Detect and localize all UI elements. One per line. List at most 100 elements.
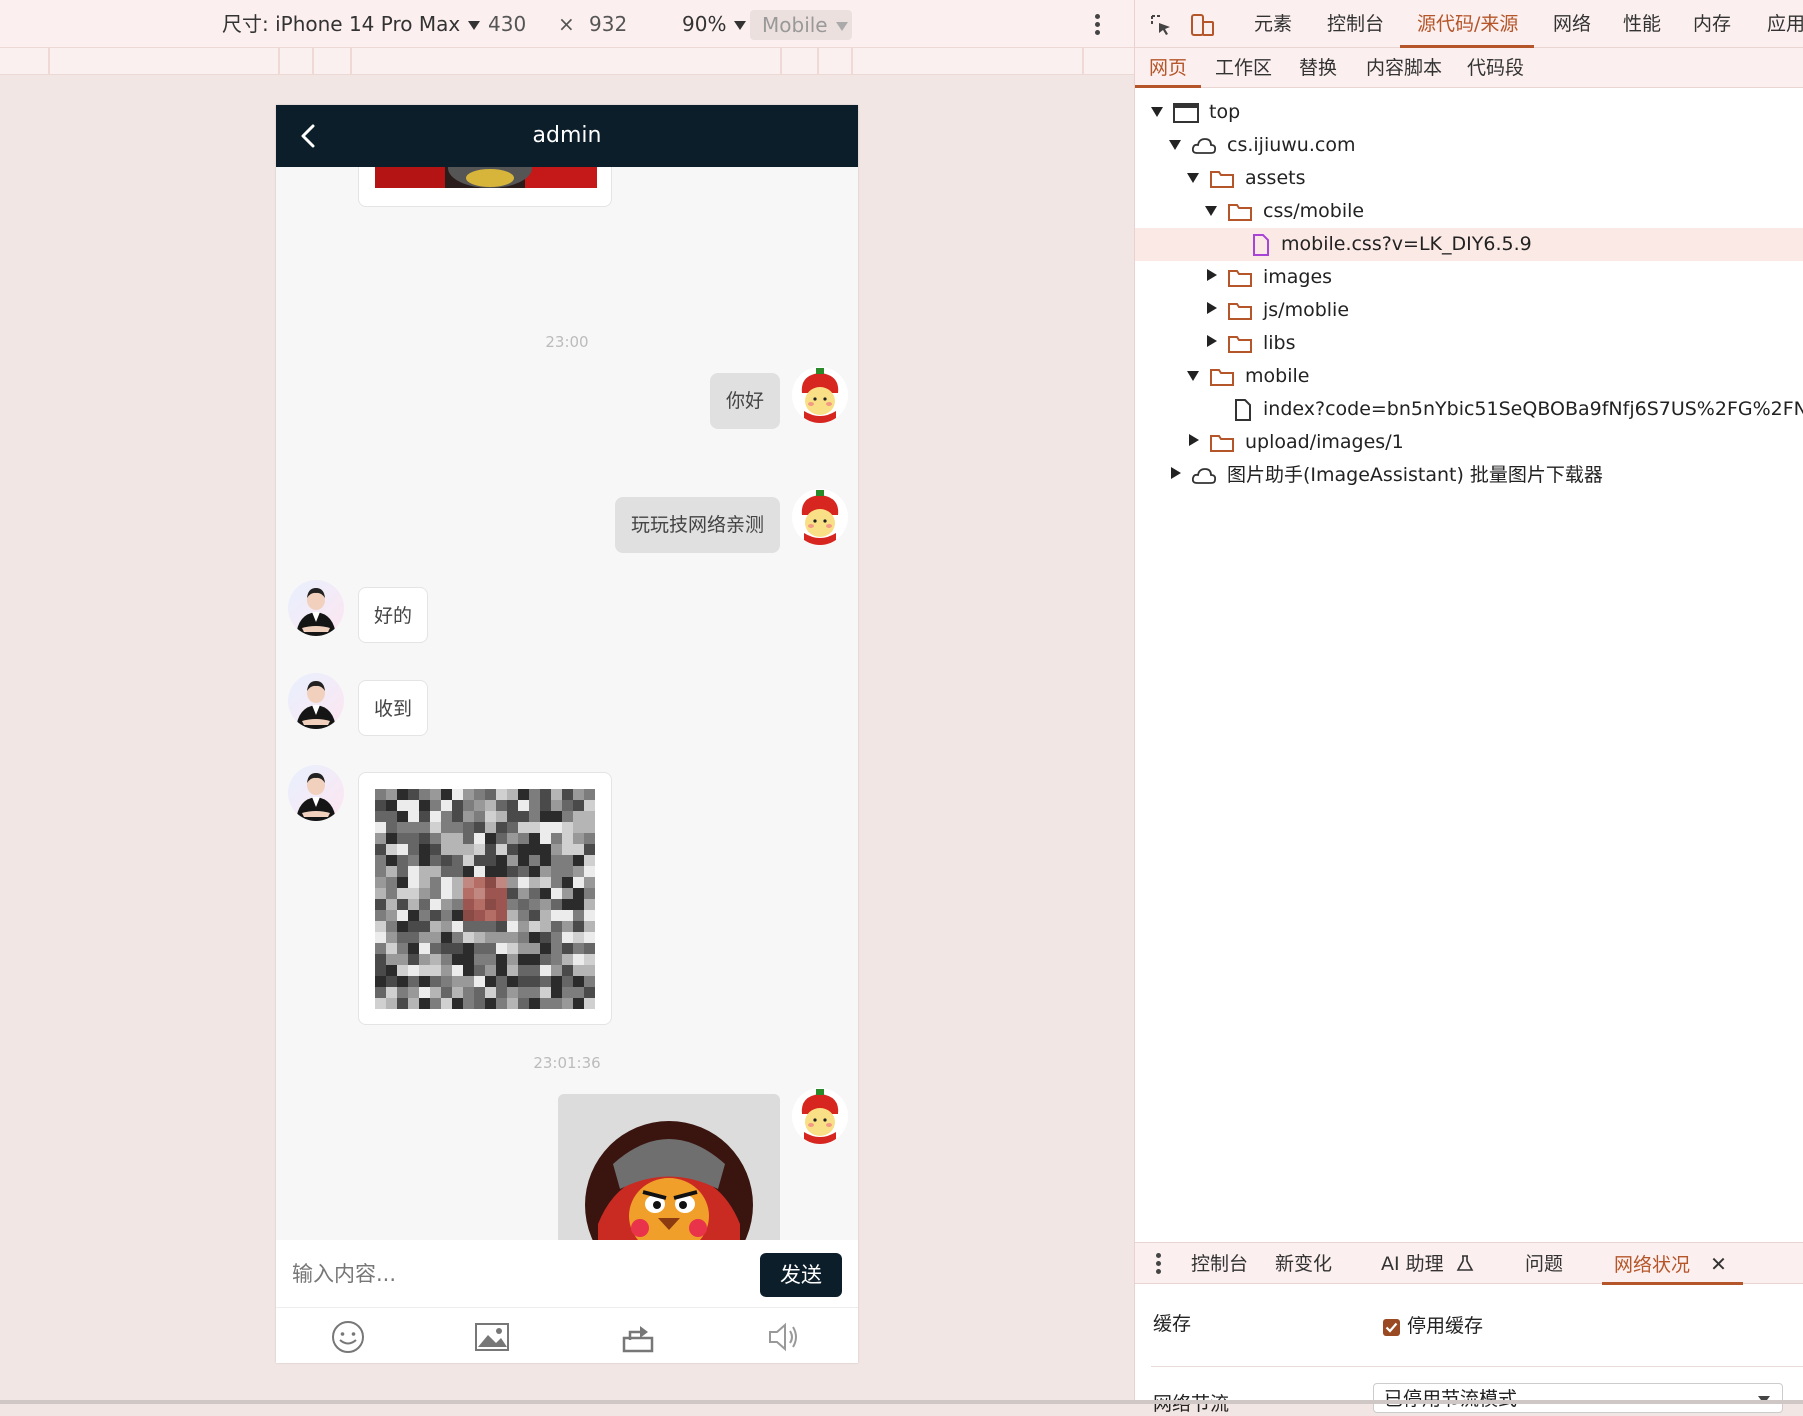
pomegranate-avatar-icon bbox=[792, 489, 848, 545]
folder-icon bbox=[1210, 435, 1234, 452]
tree-item-extension[interactable]: 图片助手(ImageAssistant) 批量图片下载器 bbox=[1135, 459, 1803, 492]
image-message-card[interactable] bbox=[358, 167, 612, 207]
tab-elements[interactable]: 元素 bbox=[1254, 0, 1292, 48]
expanded-arrow-icon bbox=[1169, 140, 1181, 150]
person-avatar-icon bbox=[288, 580, 344, 636]
message-input[interactable] bbox=[292, 1254, 732, 1294]
device-mode-dropdown[interactable]: Mobile bbox=[750, 10, 852, 40]
tab-network[interactable]: 网络 bbox=[1553, 0, 1591, 48]
sent-message-bubble[interactable]: 你好 bbox=[709, 373, 780, 429]
drawer-tab-console[interactable]: 控制台 bbox=[1191, 1243, 1248, 1285]
image-picker-icon[interactable] bbox=[474, 1320, 510, 1354]
close-icon[interactable]: ✕ bbox=[1710, 1252, 1727, 1276]
subtab-workspace[interactable]: 工作区 bbox=[1215, 48, 1272, 88]
drawer-tab-network-conditions[interactable]: 网络状况 ✕ bbox=[1602, 1243, 1743, 1285]
expanded-arrow-icon bbox=[1187, 173, 1199, 183]
tree-item-css-mobile[interactable]: css/mobile bbox=[1135, 195, 1803, 228]
drawer-tab-ai-assistant[interactable]: AI 助理 bbox=[1381, 1243, 1474, 1285]
dimension-separator: × bbox=[558, 12, 575, 36]
send-button[interactable]: 发送 bbox=[760, 1253, 842, 1297]
disable-cache-checkbox[interactable] bbox=[1383, 1319, 1400, 1336]
message-list[interactable]: 23:00 你好 玩玩技网络亲测 好的 收到 23:01:36 bbox=[276, 167, 858, 1240]
drawer-tab-whats-new[interactable]: 新变化 bbox=[1275, 1243, 1332, 1285]
device-size-dropdown[interactable]: 尺寸: iPhone 14 Pro Max bbox=[222, 0, 481, 48]
back-arrow-icon[interactable] bbox=[296, 123, 322, 149]
expanded-arrow-icon bbox=[1151, 107, 1163, 117]
css-file-icon bbox=[1253, 234, 1269, 256]
flask-icon bbox=[1456, 1255, 1474, 1271]
subtab-content-scripts[interactable]: 内容脚本 bbox=[1366, 48, 1442, 88]
tree-item-top[interactable]: top bbox=[1135, 96, 1803, 129]
device-height-input[interactable]: 932 bbox=[589, 0, 627, 48]
zoom-dropdown[interactable]: 90% bbox=[682, 0, 747, 48]
subtab-snippets[interactable]: 代码段 bbox=[1467, 48, 1524, 88]
emoji-icon[interactable] bbox=[330, 1320, 366, 1354]
device-toolbar: 尺寸: iPhone 14 Pro Max 430 × 932 90% Mobi… bbox=[0, 0, 1134, 48]
cartoon-sticker-image bbox=[585, 1121, 753, 1240]
sent-message-bubble[interactable]: 玩玩技网络亲测 bbox=[614, 497, 780, 553]
tree-item-index[interactable]: index?code=bn5nYbic51SeQBOBa9fNfj6S7US%2… bbox=[1135, 393, 1803, 426]
pomegranate-avatar-icon bbox=[792, 1088, 848, 1144]
tab-application[interactable]: 应用 bbox=[1767, 0, 1803, 48]
received-message-bubble[interactable]: 收到 bbox=[358, 680, 429, 736]
chevron-down-icon bbox=[468, 21, 481, 30]
user-avatar[interactable] bbox=[792, 1088, 848, 1144]
devtools-main-tabs: 元素 控制台 源代码/来源 网络 性能 内存 应用 bbox=[1135, 0, 1803, 48]
collapsed-arrow-icon bbox=[1171, 467, 1181, 479]
tab-console[interactable]: 控制台 bbox=[1327, 0, 1384, 48]
tree-item-mobile[interactable]: mobile bbox=[1135, 360, 1803, 393]
tree-item-images[interactable]: images bbox=[1135, 261, 1803, 294]
subtab-page[interactable]: 网页 bbox=[1135, 48, 1202, 88]
disable-cache-label[interactable]: 停用缓存 bbox=[1407, 1311, 1483, 1338]
drawer-tabs: 控制台 新变化 AI 助理 问题 网络状况 ✕ bbox=[1135, 1242, 1803, 1285]
tab-memory[interactable]: 内存 bbox=[1693, 0, 1731, 48]
cloud-icon bbox=[1191, 468, 1217, 484]
chat-toolbar bbox=[276, 1308, 858, 1363]
folder-icon bbox=[1210, 171, 1234, 188]
device-width-input[interactable]: 430 bbox=[488, 0, 526, 48]
drawer-menu-icon[interactable] bbox=[1156, 1253, 1162, 1275]
device-size-label: 尺寸: iPhone 14 Pro Max bbox=[222, 12, 461, 36]
chevron-down-icon bbox=[835, 22, 848, 31]
contact-avatar[interactable] bbox=[288, 580, 344, 636]
tree-item-js-moblie[interactable]: js/moblie bbox=[1135, 294, 1803, 327]
sent-image-message[interactable] bbox=[558, 1094, 780, 1240]
folder-icon bbox=[1228, 204, 1252, 221]
contact-avatar[interactable] bbox=[288, 765, 344, 821]
document-file-icon bbox=[1235, 399, 1251, 421]
folder-icon bbox=[1228, 270, 1252, 287]
checkmark-icon bbox=[1385, 1322, 1398, 1333]
expanded-arrow-icon bbox=[1205, 206, 1217, 216]
folder-icon bbox=[1228, 303, 1252, 320]
expanded-arrow-icon bbox=[1187, 371, 1199, 381]
tab-sources[interactable]: 源代码/来源 bbox=[1400, 0, 1535, 48]
contact-avatar[interactable] bbox=[288, 673, 344, 729]
throttling-select[interactable]: 已停用节流模式 bbox=[1373, 1383, 1783, 1413]
subtab-overrides[interactable]: 替换 bbox=[1299, 48, 1337, 88]
zoom-label: 90% bbox=[682, 12, 727, 36]
more-options-icon[interactable] bbox=[1095, 14, 1101, 36]
pomegranate-avatar-icon bbox=[792, 367, 848, 423]
device-toolbar-toggle-icon[interactable] bbox=[1189, 12, 1215, 38]
image-message-card[interactable] bbox=[358, 772, 612, 1025]
tree-item-mobile-css[interactable]: mobile.css?v=LK_DIY6.5.9 bbox=[1135, 228, 1803, 261]
share-upload-icon[interactable] bbox=[620, 1320, 656, 1354]
user-avatar[interactable] bbox=[792, 489, 848, 545]
cropped-image bbox=[375, 167, 597, 188]
timestamp: 23:00 bbox=[545, 333, 589, 351]
input-row: 发送 bbox=[276, 1240, 858, 1308]
inspect-element-icon[interactable] bbox=[1149, 13, 1173, 37]
received-message-bubble[interactable]: 好的 bbox=[358, 587, 429, 643]
tree-item-domain[interactable]: cs.ijiuwu.com bbox=[1135, 129, 1803, 162]
speaker-icon[interactable] bbox=[766, 1320, 802, 1354]
tab-performance[interactable]: 性能 bbox=[1623, 0, 1661, 48]
mobile-viewport: admin 23:00 你好 玩玩技网络亲测 好的 收到 23:01:36 输入… bbox=[276, 105, 858, 1363]
media-query-ruler bbox=[0, 48, 1134, 75]
sources-subtabs: 网页 工作区 替换 内容脚本 代码段 bbox=[1135, 48, 1803, 88]
tree-item-assets[interactable]: assets bbox=[1135, 162, 1803, 195]
drawer-tab-issues[interactable]: 问题 bbox=[1525, 1243, 1563, 1285]
pixelated-qr-image bbox=[375, 789, 595, 1009]
tree-item-upload[interactable]: upload/images/1 bbox=[1135, 426, 1803, 459]
tree-item-libs[interactable]: libs bbox=[1135, 327, 1803, 360]
user-avatar[interactable] bbox=[792, 367, 848, 423]
